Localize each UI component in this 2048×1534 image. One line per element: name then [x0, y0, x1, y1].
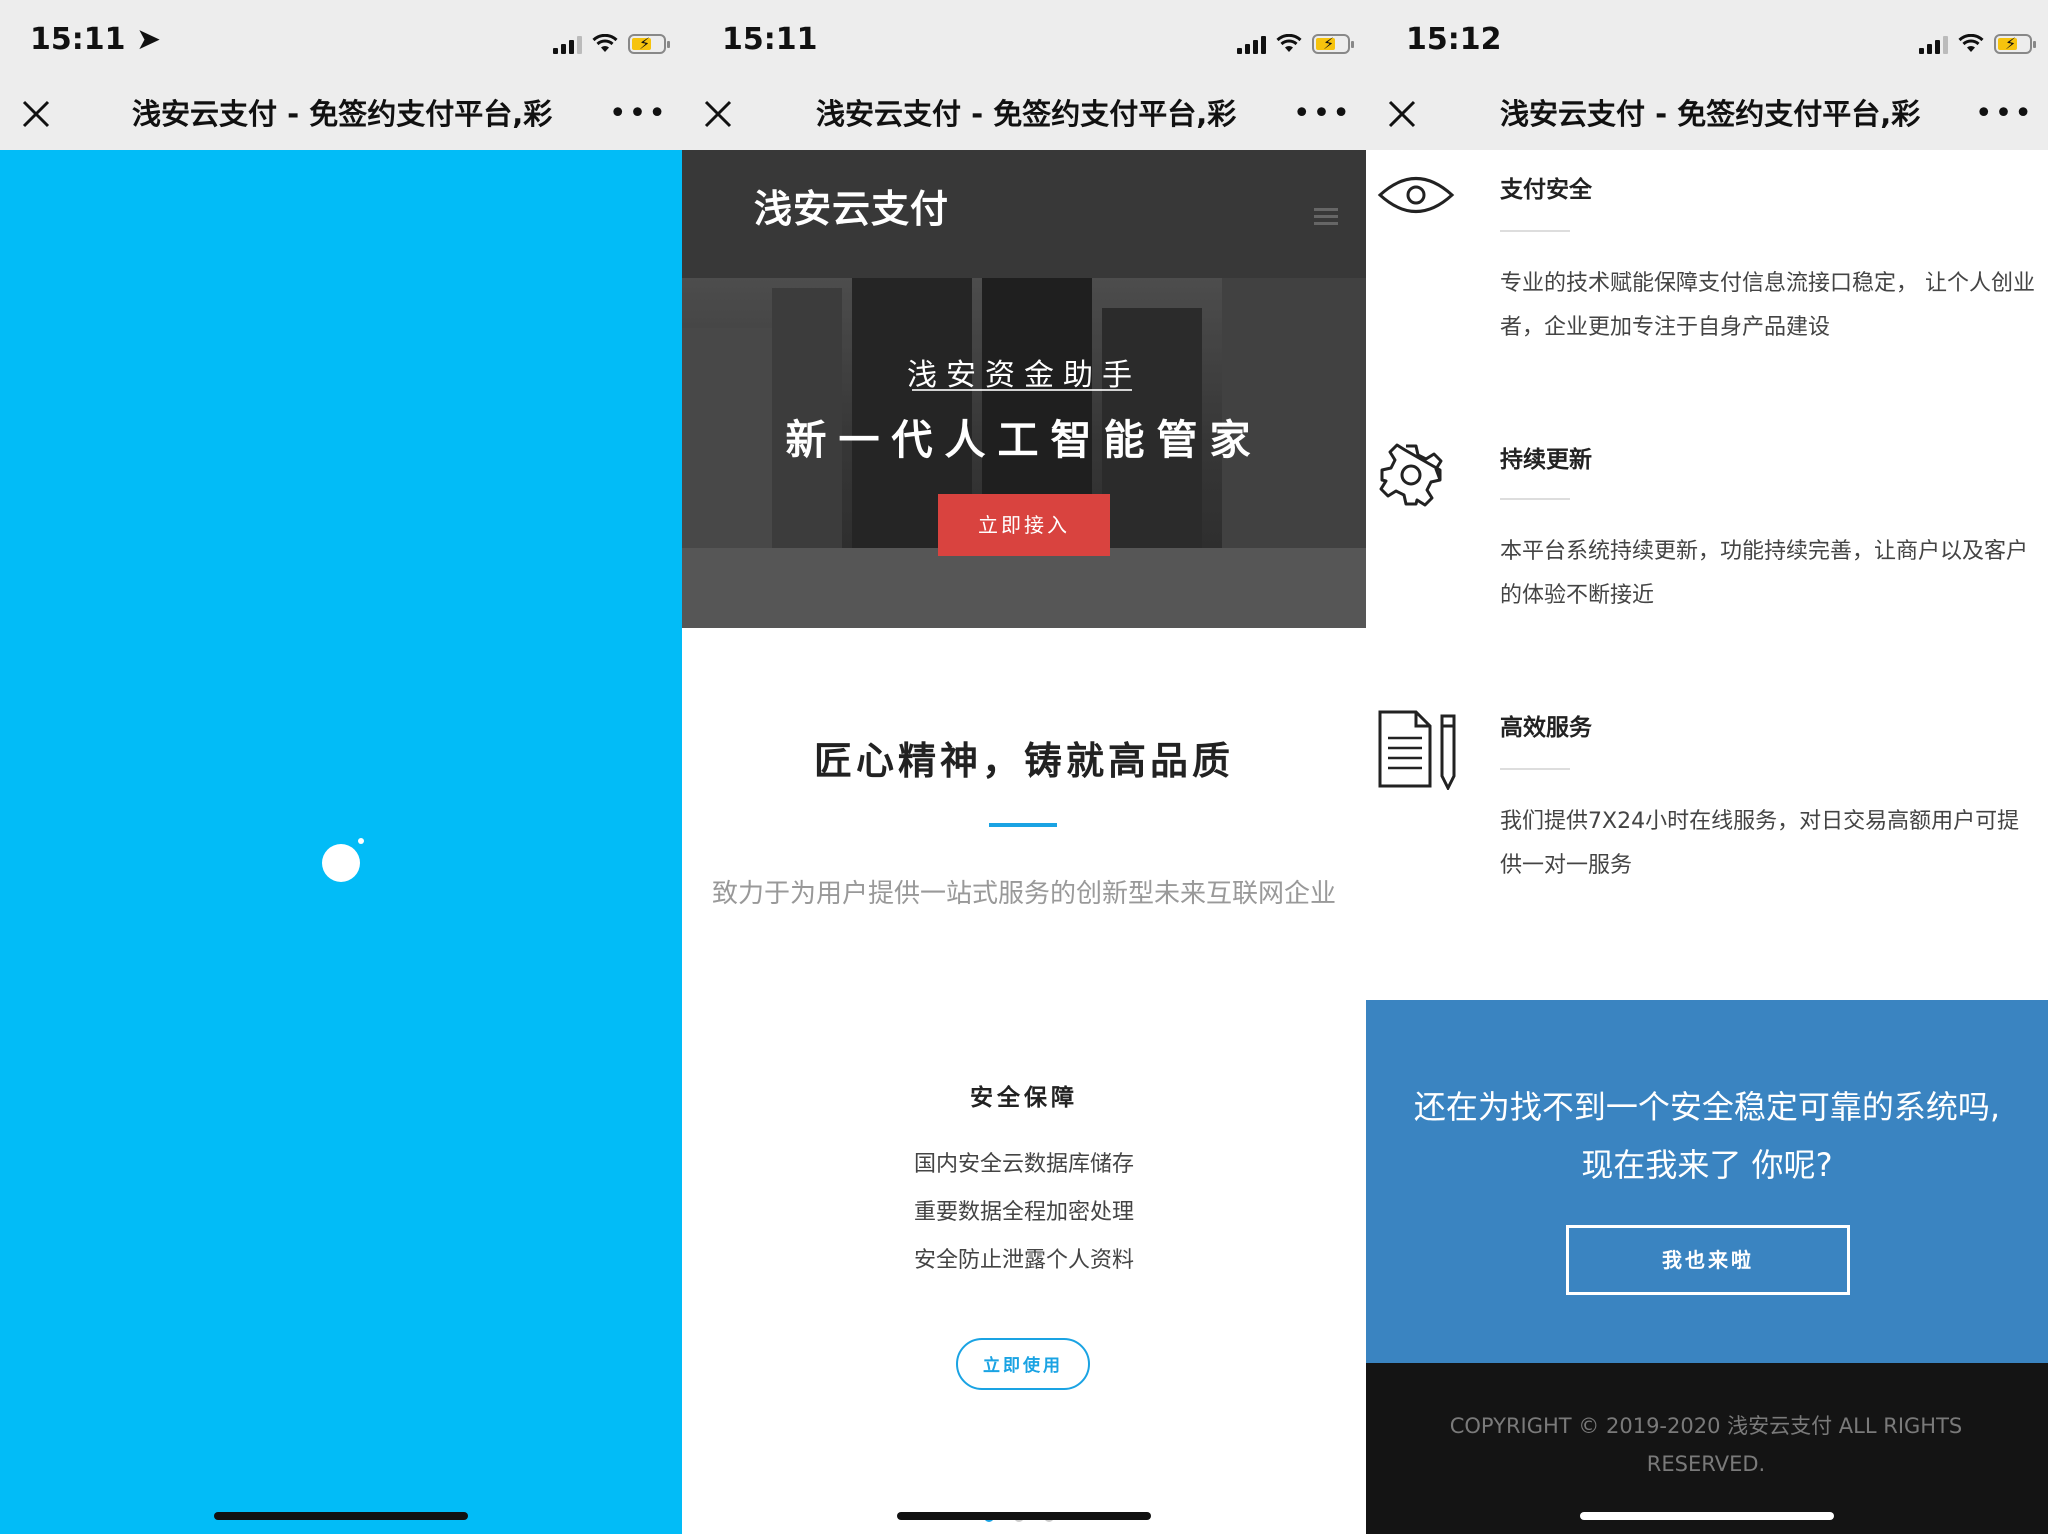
cellular-signal-icon	[1237, 34, 1266, 54]
more-icon[interactable]: •••	[1293, 99, 1352, 129]
close-icon[interactable]	[700, 96, 736, 132]
status-bar: 15:12 ⚡	[1366, 0, 2048, 80]
cellular-signal-icon	[1919, 34, 1948, 54]
use-now-button[interactable]: 立即使用	[956, 1338, 1090, 1390]
loading-spinner-icon	[322, 844, 360, 882]
browser-nav-bar: 浅安云支付 - 免签约支付平台,彩 •••	[1366, 80, 2048, 150]
wifi-icon	[592, 34, 618, 54]
hero-banner: 浅安资金助手 新一代人工智能管家 立即接入	[682, 278, 1366, 628]
feature-divider	[1500, 230, 1570, 232]
status-time: 15:11 ➤	[30, 22, 162, 57]
cta-line-1: 还在为找不到一个安全稳定可靠的系统吗,	[1413, 1088, 2001, 1126]
page-title: 浅安云支付 - 免签约支付平台,彩	[816, 97, 1237, 131]
section-description: 致力于为用户提供一站式服务的创新型未来互联网企业	[711, 879, 1336, 909]
close-icon[interactable]	[1384, 96, 1420, 132]
browser-nav-bar: 浅安云支付 - 免签约支付平台,彩 •••	[0, 80, 682, 150]
gear-icon	[1379, 443, 1443, 507]
battery-charging-icon: ⚡	[1312, 34, 1354, 54]
battery-charging-icon: ⚡	[1994, 34, 2036, 54]
feature-title: 安全保障	[970, 1085, 1078, 1111]
phone-screen-loading: 15:11 ➤ ⚡ 浅安云支付 - 免签约支付平台,彩 •••	[0, 0, 682, 1534]
wifi-icon	[1958, 34, 1984, 54]
home-indicator[interactable]	[897, 1512, 1151, 1520]
browser-nav-bar: 浅安云支付 - 免签约支付平台,彩 •••	[682, 80, 1366, 150]
feature-line: 重要数据全程加密处理	[913, 1200, 1134, 1225]
feature-line: 国内安全云数据库储存	[913, 1152, 1134, 1177]
access-now-button[interactable]: 立即接入	[938, 494, 1110, 556]
document-pen-icon	[1378, 710, 1456, 790]
home-indicator[interactable]	[214, 1512, 468, 1520]
join-button[interactable]: 我也来啦	[1566, 1225, 1850, 1295]
feature-divider	[1500, 498, 1570, 500]
site-header: 浅安云支付	[682, 150, 1366, 278]
feature-title: 高效服务	[1500, 715, 1592, 741]
status-bar: 15:11 ➤ ⚡	[0, 0, 682, 80]
location-arrow-icon: ➤	[135, 22, 162, 57]
copyright-text: COPYRIGHT © 2019-2020 浅安云支付 ALL RIGHTS R…	[1426, 1407, 1986, 1483]
hero-subtitle: 浅安资金助手	[907, 358, 1141, 393]
hero-divider	[912, 389, 1132, 391]
feature-description: 我们提供7X24小时在线服务，对日交易高额用户可提供一对一服务	[1500, 809, 2020, 878]
section-title: 匠心精神，铸就高品质	[813, 739, 1234, 783]
cellular-signal-icon	[553, 34, 582, 54]
page-title: 浅安云支付 - 免签约支付平台,彩	[1500, 97, 1921, 131]
cta-text: 还在为找不到一个安全稳定可靠的系统吗, 现在我来了 你呢?	[1366, 1078, 2048, 1194]
feature-title: 支付安全	[1500, 177, 1592, 203]
battery-charging-icon: ⚡	[628, 34, 670, 54]
status-time: 15:12	[1406, 22, 1502, 57]
feature-line: 安全防止泄露个人资料	[913, 1248, 1134, 1273]
section-divider	[989, 823, 1057, 827]
hero-title: 新一代人工智能管家	[785, 416, 1263, 464]
feature-description: 本平台系统持续更新，功能持续完善，让商户以及客户的体验不断接近	[1500, 539, 2029, 608]
hamburger-menu-icon[interactable]	[1314, 208, 1338, 229]
feature-divider	[1500, 768, 1570, 770]
site-footer: COPYRIGHT © 2019-2020 浅安云支付 ALL RIGHTS R…	[1366, 1363, 2048, 1534]
loading-dot	[358, 838, 364, 844]
copyright-line-1: COPYRIGHT © 2019-2020 浅安云支付 ALL RIGHTS	[1449, 1414, 1963, 1438]
home-indicator[interactable]	[1580, 1512, 1834, 1520]
copyright-line-2: RESERVED.	[1646, 1452, 1766, 1476]
site-logo[interactable]: 浅安云支付	[754, 178, 949, 233]
close-icon[interactable]	[18, 96, 54, 132]
more-icon[interactable]: •••	[609, 99, 668, 129]
cta-line-2: 现在我来了 你呢?	[1581, 1146, 1833, 1184]
feature-description: 专业的技术赋能保障支付信息流接口稳定， 让个人创业者，企业更加专注于自身产品建设	[1500, 271, 2035, 340]
wifi-icon	[1276, 34, 1302, 54]
phone-screen-features: 15:12 ⚡ 浅安云支付 - 免签约支付平台,彩 ••• 支付安全 专业的技术…	[1366, 0, 2048, 1534]
status-bar: 15:11 ⚡	[682, 0, 1366, 80]
status-time: 15:11	[722, 22, 818, 57]
more-icon[interactable]: •••	[1975, 99, 2034, 129]
phone-screen-home: 15:11 ⚡ 浅安云支付 - 免签约支付平台,彩 ••• 浅安云支付 浅安资金…	[682, 0, 1366, 1534]
feature-title: 持续更新	[1500, 447, 1592, 473]
page-title: 浅安云支付 - 免签约支付平台,彩	[132, 97, 553, 131]
eye-icon	[1377, 177, 1455, 213]
call-to-action-section: 还在为找不到一个安全稳定可靠的系统吗, 现在我来了 你呢? 我也来啦	[1366, 1000, 2048, 1363]
